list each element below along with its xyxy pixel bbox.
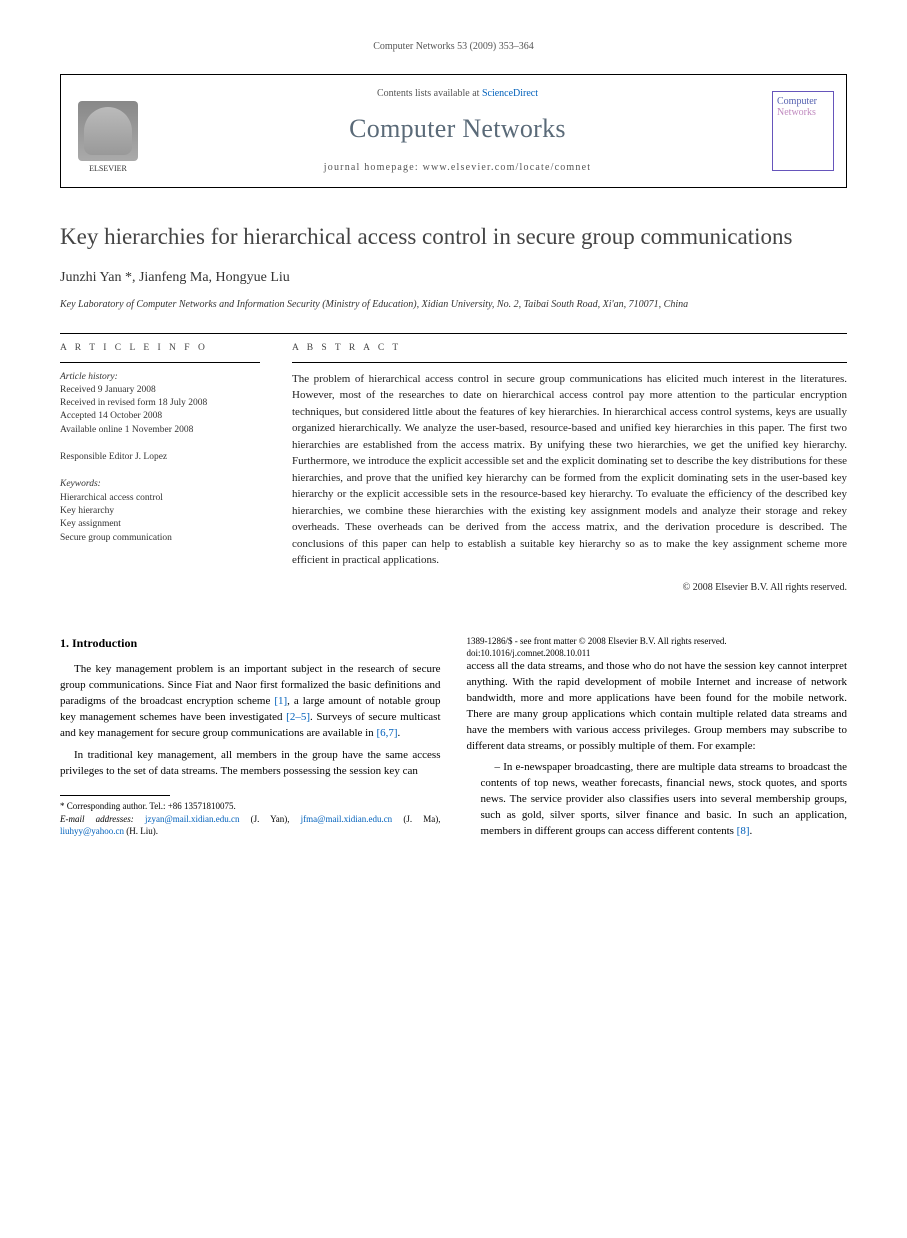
email-yan[interactable]: jzyan@mail.xidian.edu.cn	[145, 814, 240, 824]
article-history-block: Article history: Received 9 January 2008…	[60, 371, 260, 437]
intro-para-1: The key management problem is an importa…	[60, 662, 441, 742]
journal-header-box: ELSEVIER Contents lists available at Sci…	[60, 74, 847, 188]
affiliation: Key Laboratory of Computer Networks and …	[60, 298, 847, 312]
keyword-4: Secure group communication	[60, 532, 260, 545]
bullet-a: – In e-newspaper broadcasting, there are…	[481, 761, 848, 837]
abstract-column: A B S T R A C T The problem of hierarchi…	[292, 334, 847, 594]
doi-block: 1389-1286/$ - see front matter © 2008 El…	[467, 635, 848, 659]
received-date: Received 9 January 2008	[60, 384, 260, 397]
info-abstract-row: A R T I C L E I N F O Article history: R…	[60, 333, 847, 594]
keywords-block: Keywords: Hierarchical access control Ke…	[60, 478, 260, 544]
email-ma[interactable]: jfma@mail.xidian.edu.cn	[301, 814, 393, 824]
elsevier-label: ELSEVIER	[89, 163, 127, 174]
intro-para-3: access all the data streams, and those w…	[467, 659, 848, 755]
p1-d: .	[398, 727, 401, 739]
authors: Junzhi Yan *, Jianfeng Ma, Hongyue Liu	[60, 268, 847, 288]
front-matter-line: 1389-1286/$ - see front matter © 2008 El…	[467, 635, 848, 647]
journal-homepage: journal homepage: www.elsevier.com/locat…	[143, 161, 772, 175]
cover-line-1: Computer	[777, 96, 829, 107]
ref-1[interactable]: [1]	[274, 695, 287, 707]
corresponding-author: * Corresponding author. Tel.: +86 135718…	[60, 800, 441, 812]
bullet-enews: – In e-newspaper broadcasting, there are…	[467, 760, 848, 840]
elsevier-logo: ELSEVIER	[73, 89, 143, 174]
keyword-1: Hierarchical access control	[60, 492, 260, 505]
footnotes: * Corresponding author. Tel.: +86 135718…	[60, 800, 441, 836]
sciencedirect-link[interactable]: ScienceDirect	[482, 88, 538, 99]
email-addresses: E-mail addresses: jzyan@mail.xidian.edu.…	[60, 813, 441, 837]
keywords-label: Keywords:	[60, 478, 260, 491]
revised-date: Received in revised form 18 July 2008	[60, 397, 260, 410]
journal-center: Contents lists available at ScienceDirec…	[143, 87, 772, 175]
email-liu[interactable]: liuhyy@yahoo.cn	[60, 826, 124, 836]
keyword-2: Key hierarchy	[60, 505, 260, 518]
abstract-text: The problem of hierarchical access contr…	[292, 371, 847, 569]
section-1-heading: 1. Introduction	[60, 635, 441, 652]
email-ma-name: (J. Ma),	[392, 814, 440, 824]
abstract-copyright: © 2008 Elsevier B.V. All rights reserved…	[292, 581, 847, 595]
body-columns: 1. Introduction The key management probl…	[60, 635, 847, 847]
article-info-column: A R T I C L E I N F O Article history: R…	[60, 334, 260, 594]
contents-available-line: Contents lists available at ScienceDirec…	[143, 87, 772, 101]
running-header: Computer Networks 53 (2009) 353–364	[60, 40, 847, 54]
abstract-heading: A B S T R A C T	[292, 334, 847, 362]
accepted-date: Accepted 14 October 2008	[60, 410, 260, 423]
history-label: Article history:	[60, 371, 260, 384]
ref-6-7[interactable]: [6,7]	[376, 727, 397, 739]
responsible-editor: Responsible Editor J. Lopez	[60, 451, 260, 464]
elsevier-tree-icon	[78, 101, 138, 161]
journal-name: Computer Networks	[143, 111, 772, 147]
keyword-3: Key assignment	[60, 518, 260, 531]
email-liu-name: (H. Liu).	[124, 826, 158, 836]
bullet-b: .	[750, 825, 753, 837]
article-title: Key hierarchies for hierarchical access …	[60, 223, 847, 252]
article-info-heading: A R T I C L E I N F O	[60, 334, 260, 362]
contents-prefix: Contents lists available at	[377, 88, 482, 99]
online-date: Available online 1 November 2008	[60, 424, 260, 437]
email-yan-name: (J. Yan),	[239, 814, 300, 824]
emails-label: E-mail addresses:	[60, 814, 145, 824]
doi-line: doi:10.1016/j.comnet.2008.10.011	[467, 647, 848, 659]
footnote-separator	[60, 795, 170, 796]
intro-para-2: In traditional key management, all membe…	[60, 748, 441, 780]
journal-cover-thumbnail: Computer Networks	[772, 91, 834, 171]
ref-8[interactable]: [8]	[737, 825, 750, 837]
cover-line-2: Networks	[777, 107, 829, 118]
ref-2-5[interactable]: [2–5]	[286, 711, 310, 723]
